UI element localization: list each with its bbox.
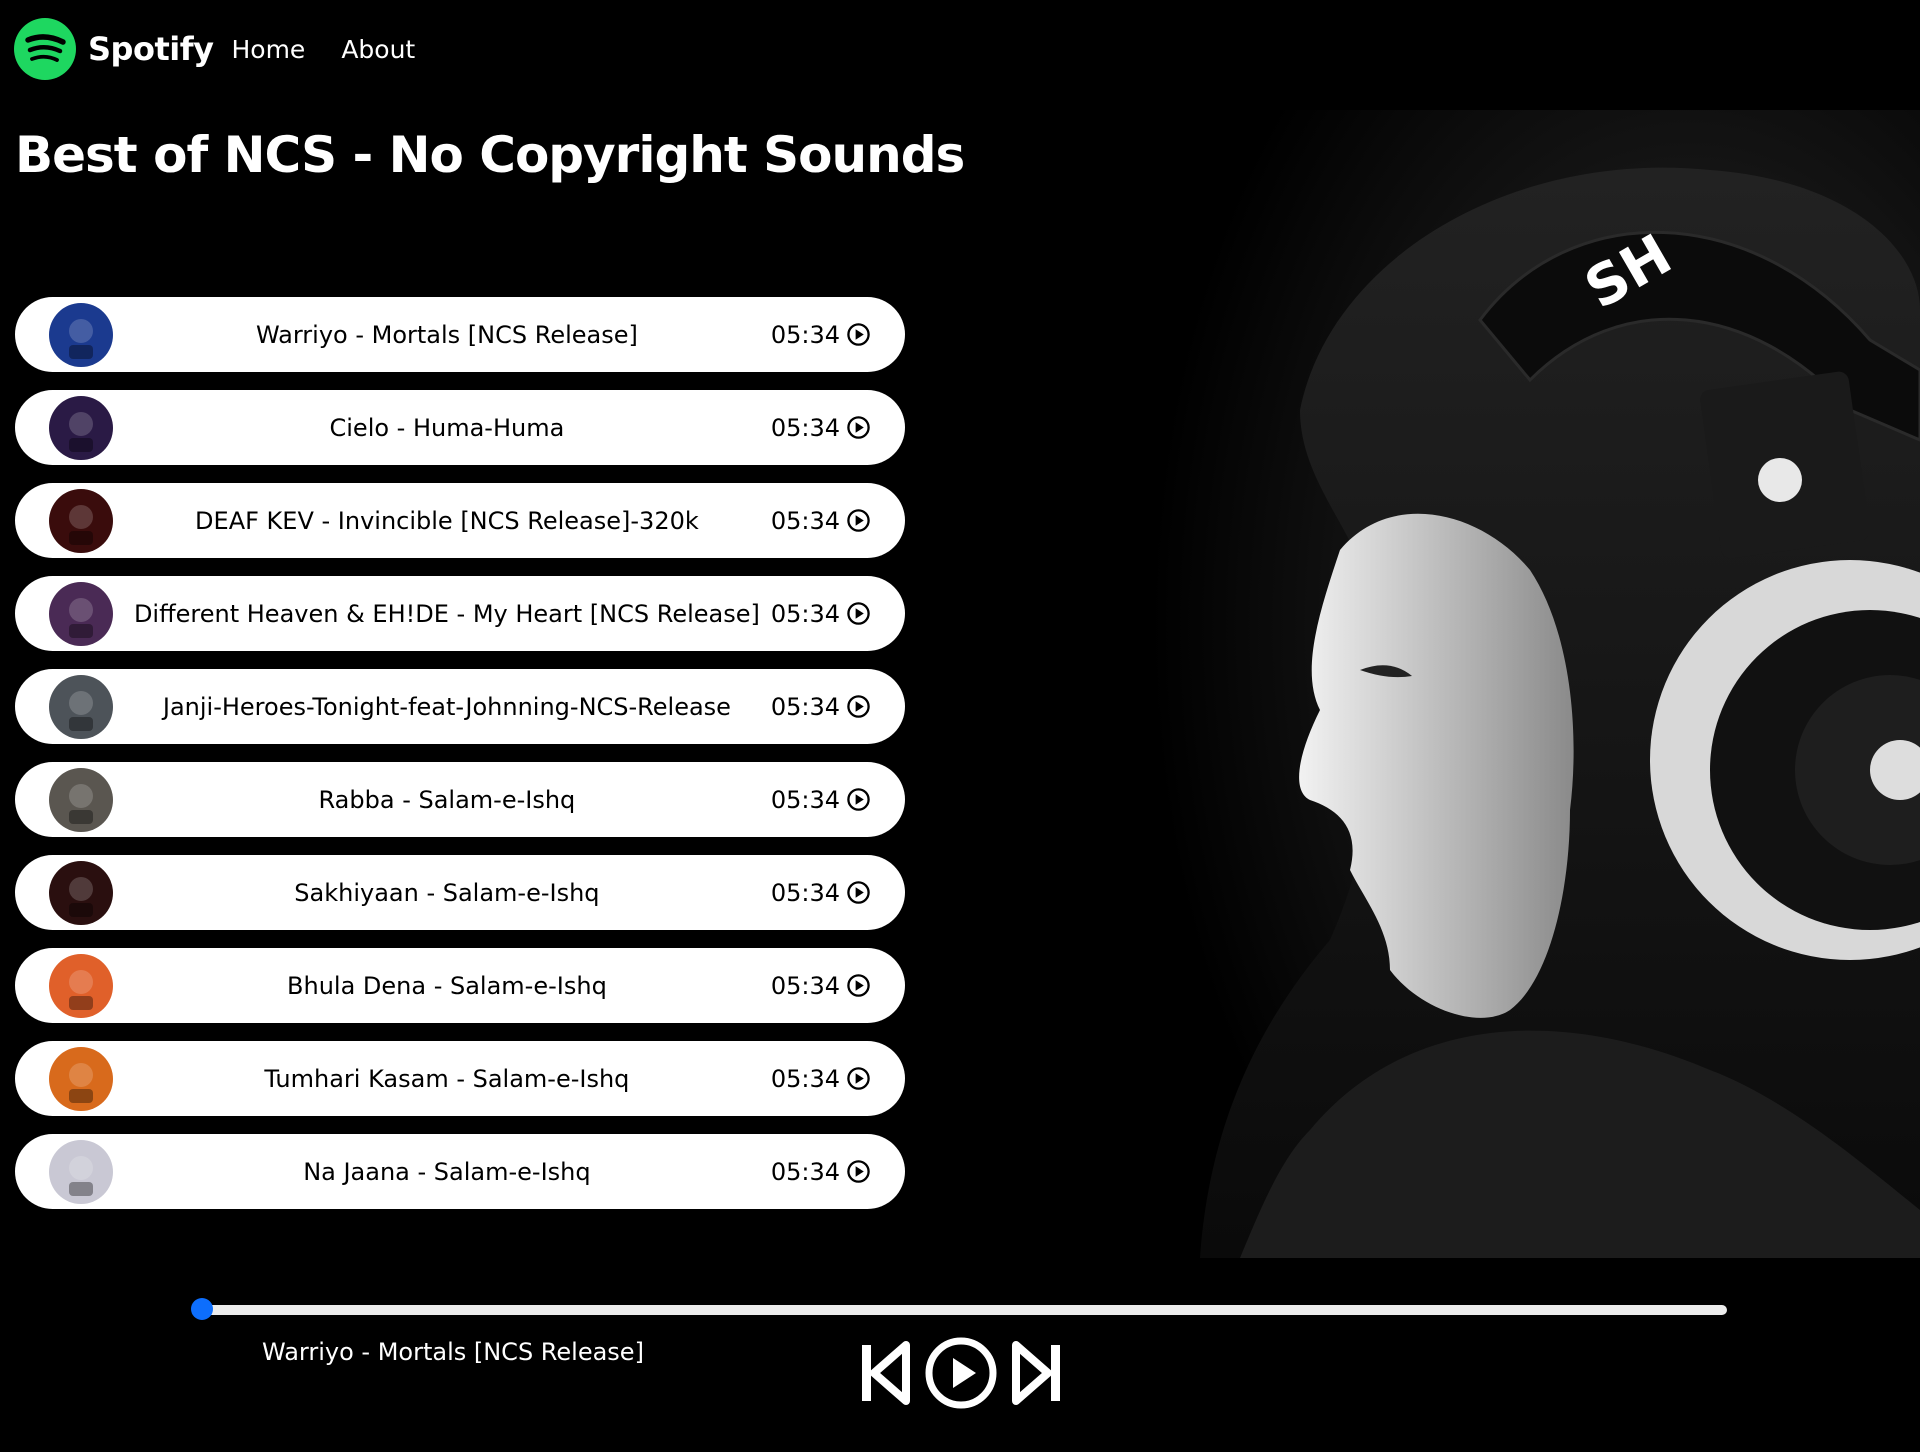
song-item[interactable]: Bhula Dena - Salam-e-Ishq 05:34 bbox=[15, 948, 905, 1023]
song-duration: 05:34 bbox=[770, 1157, 840, 1186]
play-circle-icon[interactable] bbox=[846, 787, 871, 812]
song-duration: 05:34 bbox=[770, 320, 840, 349]
song-name: Bhula Dena - Salam-e-Ishq bbox=[287, 971, 607, 1000]
play-circle-icon[interactable] bbox=[846, 601, 871, 626]
play-circle-icon[interactable] bbox=[846, 415, 871, 440]
song-item[interactable]: Cielo - Huma-Huma 05:34 bbox=[15, 390, 905, 465]
song-item[interactable]: Na Jaana - Salam-e-Ishq 05:34 bbox=[15, 1134, 905, 1209]
song-name: Sakhiyaan - Salam-e-Ishq bbox=[294, 878, 600, 907]
player-controls bbox=[858, 1336, 1064, 1410]
song-cover bbox=[49, 674, 113, 739]
play-circle-icon[interactable] bbox=[846, 508, 871, 533]
song-item[interactable]: Warriyo - Mortals [NCS Release] 05:34 bbox=[15, 297, 905, 372]
song-name: Janji-Heroes-Tonight-feat-Johnning-NCS-R… bbox=[162, 692, 731, 721]
song-meta: 05:34 bbox=[771, 786, 871, 814]
progress-thumb[interactable] bbox=[191, 1298, 213, 1320]
song-duration: 05:34 bbox=[770, 785, 840, 814]
song-item[interactable]: Janji-Heroes-Tonight-feat-Johnning-NCS-R… bbox=[15, 669, 905, 744]
song-meta: 05:34 bbox=[771, 879, 871, 907]
song-meta: 05:34 bbox=[771, 507, 871, 535]
spotify-logo-icon[interactable] bbox=[14, 18, 76, 80]
song-name: Warriyo - Mortals [NCS Release] bbox=[255, 320, 638, 349]
play-circle-icon[interactable] bbox=[846, 322, 871, 347]
nav-link-home[interactable]: Home bbox=[231, 35, 305, 64]
play-circle-icon[interactable] bbox=[846, 694, 871, 719]
song-duration: 05:34 bbox=[770, 599, 840, 628]
song-cover bbox=[49, 1139, 113, 1204]
brand-name: Spotify bbox=[88, 30, 214, 68]
song-meta: 05:34 bbox=[771, 600, 871, 628]
page-title: Best of NCS - No Copyright Sounds bbox=[15, 126, 965, 184]
play-circle-icon[interactable] bbox=[846, 880, 871, 905]
song-cover bbox=[49, 953, 113, 1018]
song-duration: 05:34 bbox=[770, 971, 840, 1000]
song-item[interactable]: DEAF KEV - Invincible [NCS Release]-320k… bbox=[15, 483, 905, 558]
nav-link-about[interactable]: About bbox=[341, 35, 415, 64]
song-meta: 05:34 bbox=[771, 1065, 871, 1093]
song-item[interactable]: Rabba - Salam-e-Ishq 05:34 bbox=[15, 762, 905, 837]
song-cover bbox=[49, 302, 113, 367]
song-item[interactable]: Sakhiyaan - Salam-e-Ishq 05:34 bbox=[15, 855, 905, 930]
skip-next-icon[interactable] bbox=[1012, 1341, 1064, 1405]
song-list: Warriyo - Mortals [NCS Release] 05:34 Ciel… bbox=[15, 297, 905, 1227]
song-cover bbox=[49, 1046, 113, 1111]
song-duration: 05:34 bbox=[770, 1064, 840, 1093]
song-cover bbox=[49, 488, 113, 553]
navbar: Spotify Home About bbox=[14, 18, 451, 80]
play-circle-icon[interactable] bbox=[846, 1066, 871, 1091]
song-name: Rabba - Salam-e-Ishq bbox=[318, 785, 576, 814]
song-duration: 05:34 bbox=[770, 506, 840, 535]
play-circle-icon[interactable] bbox=[846, 1159, 871, 1184]
song-duration: 05:34 bbox=[770, 413, 840, 442]
song-cover bbox=[49, 395, 113, 460]
song-name: Tumhari Kasam - Salam-e-Ishq bbox=[264, 1064, 630, 1093]
song-meta: 05:34 bbox=[771, 972, 871, 1000]
song-meta: 05:34 bbox=[771, 693, 871, 721]
song-duration: 05:34 bbox=[770, 692, 840, 721]
song-name: Cielo - Huma-Huma bbox=[329, 413, 565, 442]
song-name: Different Heaven & EH!DE - My Heart [NCS… bbox=[133, 599, 760, 628]
progress-track[interactable] bbox=[193, 1305, 1727, 1315]
song-meta: 05:34 bbox=[771, 1158, 871, 1186]
song-meta: 05:34 bbox=[771, 414, 871, 442]
now-playing-title: Warriyo - Mortals [NCS Release] bbox=[262, 1338, 644, 1366]
song-item[interactable]: Different Heaven & EH!DE - My Heart [NCS… bbox=[15, 576, 905, 651]
play-circle-icon[interactable] bbox=[924, 1336, 998, 1410]
skip-previous-icon[interactable] bbox=[858, 1341, 910, 1405]
song-cover bbox=[49, 767, 113, 832]
song-item[interactable]: Tumhari Kasam - Salam-e-Ishq 05:34 bbox=[15, 1041, 905, 1116]
song-name: DEAF KEV - Invincible [NCS Release]-320k bbox=[195, 506, 699, 535]
hero-image: SH bbox=[1150, 110, 1920, 1258]
play-circle-icon[interactable] bbox=[846, 973, 871, 998]
progress-bar[interactable] bbox=[191, 1298, 1727, 1320]
song-meta: 05:34 bbox=[771, 321, 871, 349]
song-cover bbox=[49, 581, 113, 646]
song-cover bbox=[49, 860, 113, 925]
song-name: Na Jaana - Salam-e-Ishq bbox=[303, 1157, 591, 1186]
song-duration: 05:34 bbox=[770, 878, 840, 907]
